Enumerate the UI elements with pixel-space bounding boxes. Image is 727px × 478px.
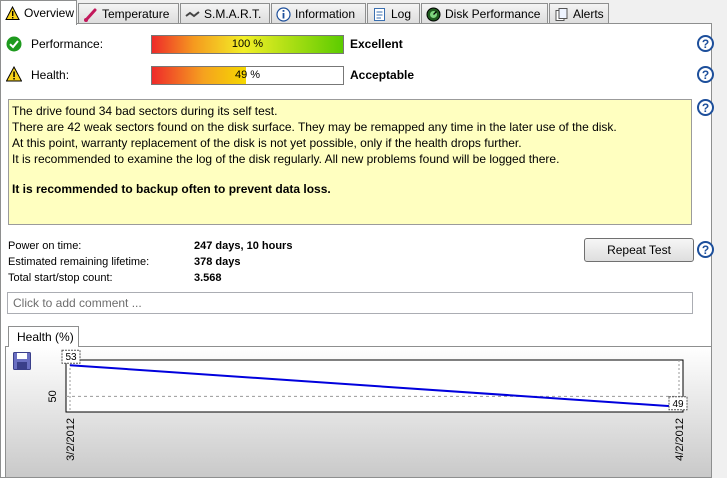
tab-information[interactable]: Information (271, 3, 366, 24)
stat-value: 3.568 (194, 272, 222, 284)
thermometer-icon (83, 7, 98, 22)
warning-icon (5, 65, 23, 85)
x-tick-label: 4/2/2012 (674, 418, 686, 461)
health-label: Health: (31, 68, 70, 82)
tab-overview[interactable]: Overview (0, 0, 77, 25)
stat-row: Estimated remaining lifetime: 378 days (8, 254, 292, 270)
log-icon (372, 7, 387, 22)
comment-input[interactable]: Click to add comment ... (7, 292, 693, 314)
performance-bar: 100 % (151, 35, 344, 54)
stat-label: Total start/stop count: (8, 272, 113, 284)
tab-label: Alerts (573, 7, 604, 21)
info-icon (276, 6, 291, 22)
check-icon (6, 36, 22, 55)
performance-percent: 100 % (231, 38, 264, 50)
stat-row: Total start/stop count: 3.568 (8, 270, 292, 286)
warning-icon (5, 5, 20, 21)
health-chart: 50 3/2/2012 4/2/2012 53 49 (47, 349, 688, 461)
tab-alerts[interactable]: Alerts (549, 3, 609, 24)
alerts-icon (554, 7, 569, 22)
tab-temperature[interactable]: Temperature (78, 3, 179, 24)
health-rating: Acceptable (350, 68, 415, 82)
health-percent: 49 % (234, 69, 261, 81)
stat-row: Power on time: 247 days, 10 hours (8, 238, 292, 254)
message-line: There are 42 weak sectors found on the d… (12, 120, 617, 134)
help-icon[interactable]: ? (697, 35, 714, 52)
repeat-test-button[interactable]: Repeat Test (584, 238, 694, 262)
message-line: It is recommended to examine the log of … (12, 152, 560, 166)
overview-panel: Performance: 100 % Excellent ? Health: 4… (0, 23, 714, 478)
health-message-box: The drive found 34 bad sectors during it… (8, 99, 692, 225)
message-line: The drive found 34 bad sectors during it… (12, 104, 278, 118)
tab-smart[interactable]: S.M.A.R.T. (180, 3, 270, 24)
tab-label: Log (391, 7, 412, 21)
smart-icon (185, 7, 200, 22)
data-label: 53 (65, 352, 77, 363)
performance-rating: Excellent (350, 37, 403, 51)
tab-disk-performance[interactable]: Disk Performance (421, 3, 548, 24)
tab-label: Information (295, 7, 356, 21)
message-line: At this point, warranty replacement of t… (12, 136, 522, 150)
performance-label: Performance: (31, 37, 104, 51)
stat-value: 378 days (194, 256, 241, 268)
tab-label: Overview (24, 6, 75, 20)
disk-stats: Power on time: 247 days, 10 hours Estimat… (8, 238, 292, 286)
tab-label: Disk Performance (445, 7, 541, 21)
health-chart-area: 50 3/2/2012 4/2/2012 53 49 (5, 346, 712, 478)
health-bar: 49 % (151, 66, 344, 85)
help-icon[interactable]: ? (697, 66, 714, 83)
tab-label: Temperature (102, 7, 170, 21)
help-icon[interactable]: ? (697, 241, 714, 258)
tab-bar: Overview Temperature S.M.A.R.T. Informat… (0, 0, 727, 25)
x-tick-label: 3/2/2012 (65, 418, 77, 461)
tab-log[interactable]: Log (367, 3, 420, 24)
chart-tab-health[interactable]: Health (%) (8, 326, 79, 347)
stat-label: Power on time: (8, 240, 82, 252)
gauge-icon (426, 7, 441, 22)
stat-value: 247 days, 10 hours (194, 240, 293, 252)
tab-label: S.M.A.R.T. (204, 7, 262, 21)
data-label: 49 (672, 399, 684, 410)
message-emphasis: It is recommended to backup often to pre… (12, 182, 331, 196)
stat-label: Estimated remaining lifetime: (8, 256, 150, 268)
help-icon[interactable]: ? (697, 99, 714, 116)
y-tick-label: 50 (47, 390, 59, 402)
